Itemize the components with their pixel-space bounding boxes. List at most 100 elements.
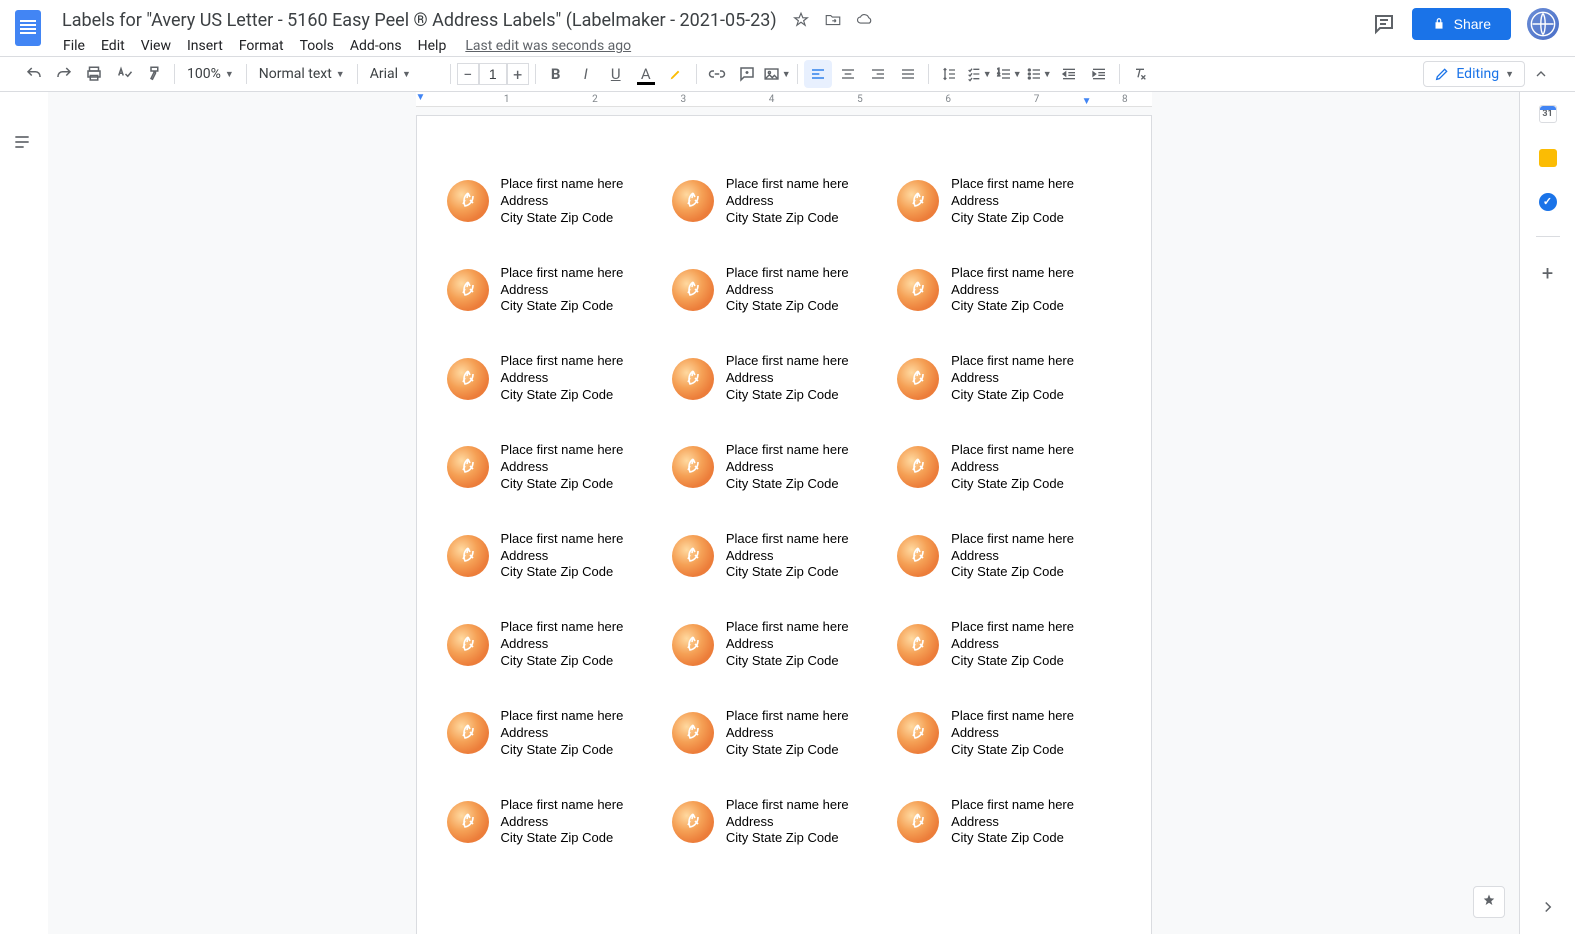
spellcheck-button[interactable]	[110, 60, 138, 88]
label-text[interactable]: Place first name hereAddressCity State Z…	[726, 265, 849, 316]
label-text[interactable]: Place first name hereAddressCity State Z…	[726, 176, 849, 227]
zoom-dropdown[interactable]: 100%▼	[181, 62, 240, 86]
menu-addons[interactable]: Add-ons	[343, 34, 409, 58]
user-avatar[interactable]	[1527, 8, 1559, 40]
label-text[interactable]: Place first name hereAddressCity State Z…	[726, 708, 849, 759]
editing-mode-dropdown[interactable]: Editing ▼	[1423, 61, 1525, 87]
bulleted-list-button[interactable]: ▼	[1025, 60, 1053, 88]
right-indent-marker[interactable]: ▼	[1082, 96, 1092, 107]
align-justify-button[interactable]	[894, 60, 922, 88]
label-cell[interactable]: Place first name hereAddressCity State Z…	[672, 531, 895, 582]
label-text[interactable]: Place first name hereAddressCity State Z…	[951, 353, 1074, 404]
menu-file[interactable]: File	[56, 34, 92, 58]
label-cell[interactable]: Place first name hereAddressCity State Z…	[897, 265, 1120, 316]
align-left-button[interactable]	[804, 60, 832, 88]
label-text[interactable]: Place first name hereAddressCity State Z…	[951, 176, 1074, 227]
decrease-indent-button[interactable]	[1055, 60, 1083, 88]
print-button[interactable]	[80, 60, 108, 88]
label-text[interactable]: Place first name hereAddressCity State Z…	[951, 619, 1074, 670]
label-cell[interactable]: Place first name hereAddressCity State Z…	[447, 619, 670, 670]
explore-button[interactable]	[1473, 886, 1505, 918]
font-dropdown[interactable]: Arial▼	[364, 62, 444, 86]
increase-indent-button[interactable]	[1085, 60, 1113, 88]
label-text[interactable]: Place first name hereAddressCity State Z…	[501, 619, 624, 670]
last-edit-link[interactable]: Last edit was seconds ago	[465, 38, 631, 54]
label-text[interactable]: Place first name hereAddressCity State Z…	[726, 531, 849, 582]
label-text[interactable]: Place first name hereAddressCity State Z…	[726, 442, 849, 493]
label-text[interactable]: Place first name hereAddressCity State Z…	[951, 265, 1074, 316]
label-cell[interactable]: Place first name hereAddressCity State Z…	[897, 619, 1120, 670]
horizontal-ruler[interactable]: ▼ 1 2 3 4 5 6 7 8 ▼	[48, 92, 1519, 107]
label-cell[interactable]: Place first name hereAddressCity State Z…	[672, 442, 895, 493]
label-cell[interactable]: Place first name hereAddressCity State Z…	[672, 797, 895, 848]
label-text[interactable]: Place first name hereAddressCity State Z…	[501, 353, 624, 404]
undo-button[interactable]	[20, 60, 48, 88]
menu-insert[interactable]: Insert	[180, 34, 230, 58]
document-title[interactable]: Labels for "Avery US Letter - 5160 Easy …	[56, 8, 783, 33]
italic-button[interactable]: I	[572, 60, 600, 88]
label-cell[interactable]: Place first name hereAddressCity State Z…	[897, 531, 1120, 582]
insert-image-button[interactable]: ▼	[763, 60, 791, 88]
share-button[interactable]: Share	[1412, 8, 1511, 40]
label-cell[interactable]: Place first name hereAddressCity State Z…	[447, 442, 670, 493]
cloud-status-icon[interactable]	[855, 10, 875, 30]
label-text[interactable]: Place first name hereAddressCity State Z…	[501, 708, 624, 759]
label-cell[interactable]: Place first name hereAddressCity State Z…	[897, 176, 1120, 227]
move-icon[interactable]	[823, 10, 843, 30]
menu-tools[interactable]: Tools	[293, 34, 341, 58]
document-outline-button[interactable]	[12, 132, 36, 156]
numbered-list-button[interactable]: 12▼	[995, 60, 1023, 88]
label-cell[interactable]: Place first name hereAddressCity State Z…	[447, 353, 670, 404]
toolbar-collapse-button[interactable]	[1527, 60, 1555, 88]
label-cell[interactable]: Place first name hereAddressCity State Z…	[447, 797, 670, 848]
align-right-button[interactable]	[864, 60, 892, 88]
font-size-input[interactable]	[479, 63, 507, 85]
label-text[interactable]: Place first name hereAddressCity State Z…	[501, 265, 624, 316]
label-cell[interactable]: Place first name hereAddressCity State Z…	[897, 442, 1120, 493]
label-text[interactable]: Place first name hereAddressCity State Z…	[726, 353, 849, 404]
label-text[interactable]: Place first name hereAddressCity State Z…	[951, 797, 1074, 848]
label-text[interactable]: Place first name hereAddressCity State Z…	[951, 708, 1074, 759]
label-text[interactable]: Place first name hereAddressCity State Z…	[501, 176, 624, 227]
text-color-button[interactable]: A	[632, 60, 660, 88]
calendar-sidepanel-button[interactable]	[1538, 104, 1558, 124]
highlight-button[interactable]	[662, 60, 690, 88]
label-cell[interactable]: Place first name hereAddressCity State Z…	[897, 708, 1120, 759]
get-addons-button[interactable]: +	[1542, 261, 1553, 285]
add-comment-button[interactable]	[733, 60, 761, 88]
star-icon[interactable]	[791, 10, 811, 30]
sidepanel-collapse-button[interactable]	[1539, 898, 1557, 920]
comment-history-icon[interactable]	[1372, 12, 1396, 36]
label-cell[interactable]: Place first name hereAddressCity State Z…	[672, 353, 895, 404]
paragraph-style-dropdown[interactable]: Normal text▼	[253, 62, 351, 86]
label-text[interactable]: Place first name hereAddressCity State Z…	[726, 797, 849, 848]
label-text[interactable]: Place first name hereAddressCity State Z…	[951, 442, 1074, 493]
label-text[interactable]: Place first name hereAddressCity State Z…	[951, 531, 1074, 582]
tasks-sidepanel-button[interactable]	[1538, 192, 1558, 212]
line-spacing-button[interactable]	[935, 60, 963, 88]
label-text[interactable]: Place first name hereAddressCity State Z…	[501, 442, 624, 493]
label-cell[interactable]: Place first name hereAddressCity State Z…	[447, 531, 670, 582]
label-text[interactable]: Place first name hereAddressCity State Z…	[726, 619, 849, 670]
paint-format-button[interactable]	[140, 60, 168, 88]
label-cell[interactable]: Place first name hereAddressCity State Z…	[672, 265, 895, 316]
label-cell[interactable]: Place first name hereAddressCity State Z…	[672, 619, 895, 670]
label-cell[interactable]: Place first name hereAddressCity State Z…	[447, 265, 670, 316]
label-text[interactable]: Place first name hereAddressCity State Z…	[501, 797, 624, 848]
checklist-button[interactable]: ▼	[965, 60, 993, 88]
label-cell[interactable]: Place first name hereAddressCity State Z…	[447, 708, 670, 759]
label-cell[interactable]: Place first name hereAddressCity State Z…	[672, 176, 895, 227]
font-size-decrease[interactable]: −	[457, 63, 479, 85]
menu-help[interactable]: Help	[411, 34, 454, 58]
clear-formatting-button[interactable]	[1126, 60, 1154, 88]
menu-format[interactable]: Format	[232, 34, 291, 58]
menu-edit[interactable]: Edit	[94, 34, 132, 58]
document-page[interactable]: Place first name hereAddressCity State Z…	[416, 115, 1152, 934]
label-cell[interactable]: Place first name hereAddressCity State Z…	[447, 176, 670, 227]
bold-button[interactable]: B	[542, 60, 570, 88]
font-size-increase[interactable]: +	[507, 63, 529, 85]
keep-sidepanel-button[interactable]	[1538, 148, 1558, 168]
label-text[interactable]: Place first name hereAddressCity State Z…	[501, 531, 624, 582]
docs-home-button[interactable]	[8, 8, 48, 48]
align-center-button[interactable]	[834, 60, 862, 88]
